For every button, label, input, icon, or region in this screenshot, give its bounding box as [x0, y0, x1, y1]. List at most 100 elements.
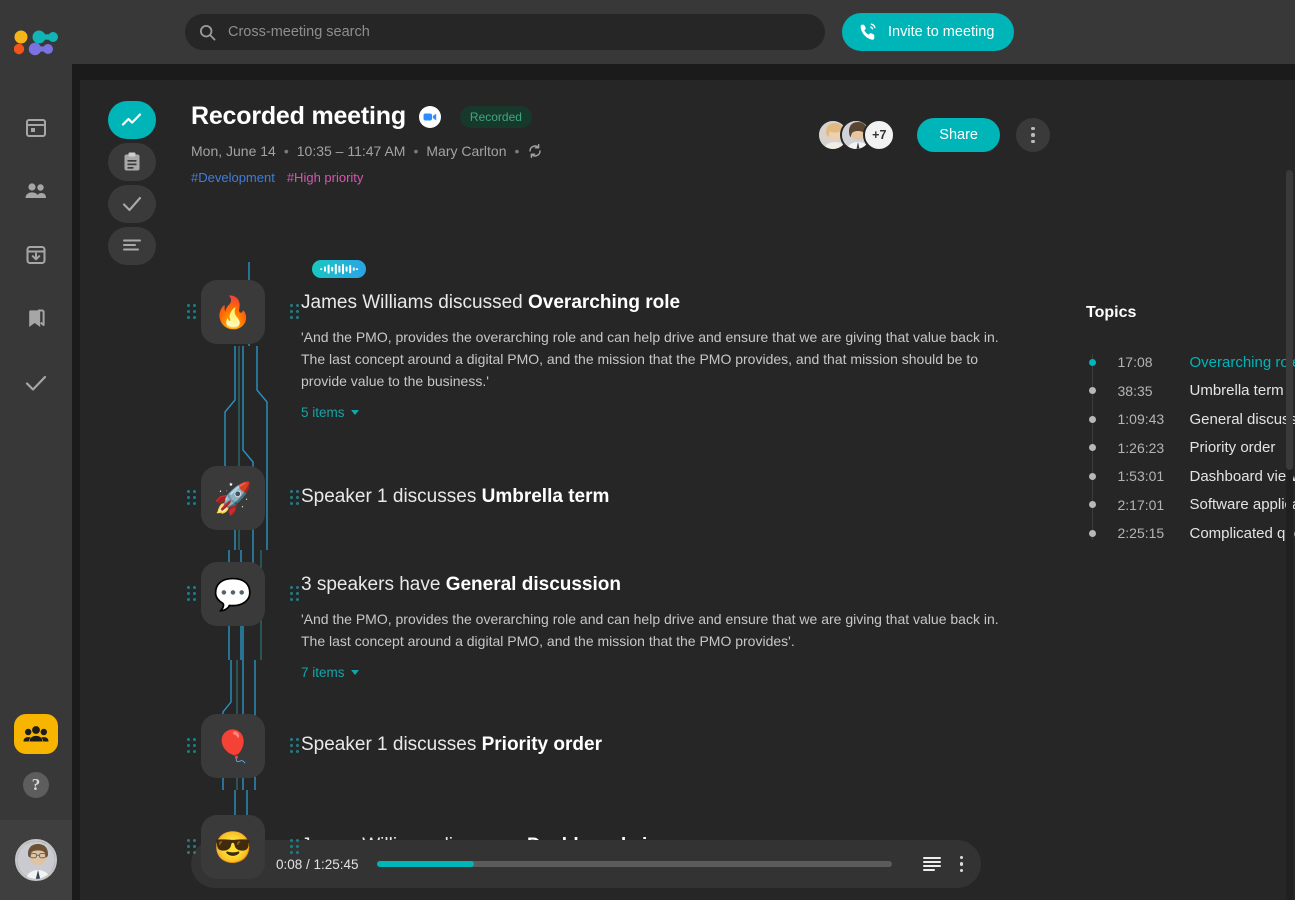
timeline-entry-title: James Williams discussed Overarching rol…: [301, 292, 1061, 314]
topic-item[interactable]: 17:08 Overarching role: [1086, 348, 1295, 377]
topic-item[interactable]: 2:17:01 Software applications: [1086, 491, 1295, 520]
timeline-entry-left: 💬: [187, 562, 299, 682]
timeline-entry[interactable]: 🚀 Speaker 1 discusses Umbrella term: [187, 466, 1061, 546]
invite-to-meeting-button[interactable]: Invite to meeting: [842, 13, 1015, 51]
more-vertical-icon[interactable]: [1016, 118, 1050, 152]
tag-high-priority[interactable]: #High priority: [287, 170, 364, 185]
check-icon: [25, 375, 47, 391]
player-time-display: 0:08 / 1:25:45: [276, 856, 359, 872]
app-logo[interactable]: [13, 30, 58, 56]
media-player: 0:08 / 1:25:45: [191, 840, 981, 888]
drag-handle[interactable]: [290, 839, 299, 854]
topic-item[interactable]: 1:53:01 Dashboard view: [1086, 462, 1295, 491]
topic-name: Software applications: [1189, 496, 1295, 514]
timeline-entry-body: 3 speakers have General discussion 'And …: [293, 562, 1061, 682]
meeting-detail-card: Recorded meeting Recorded Mon, June 14 •…: [80, 80, 1295, 900]
drag-handle[interactable]: [187, 490, 196, 505]
items-count-label: 7 items: [301, 665, 345, 680]
subtitles-icon: [922, 857, 941, 871]
share-button[interactable]: Share: [917, 118, 1000, 152]
sidebar-item-people[interactable]: [0, 169, 72, 213]
drag-handle[interactable]: [187, 586, 196, 601]
topic-item[interactable]: 1:26:23 Priority order: [1086, 434, 1295, 463]
drag-handle[interactable]: [187, 304, 196, 319]
drag-handle[interactable]: [290, 738, 299, 753]
timeline-entry-left: 🎈: [187, 714, 299, 794]
drag-handle[interactable]: [290, 304, 299, 319]
timeline-entry-topic: Overarching role: [528, 292, 681, 313]
topic-emoji-rocket: 🚀: [201, 466, 265, 530]
calendar-icon: [26, 119, 46, 137]
topic-dot: [1088, 472, 1096, 480]
sidebar-item-calendar[interactable]: [0, 105, 72, 149]
topic-item[interactable]: 2:25:15 Complicated question: [1086, 519, 1295, 548]
timeline-entry-speaker: James Williams discussed: [301, 292, 523, 313]
current-user-area: [0, 820, 72, 900]
drag-handle[interactable]: [290, 586, 299, 601]
transcript-button[interactable]: [922, 856, 942, 872]
cross-meeting-search[interactable]: [185, 14, 825, 50]
topic-name: Complicated question: [1189, 524, 1295, 542]
check-icon: [122, 196, 142, 212]
tab-actions[interactable]: [108, 185, 156, 223]
timeline-entry-title: Speaker 1 discusses Priority order: [301, 734, 1061, 756]
player-progress-fill: [376, 861, 475, 867]
topic-dot: [1088, 358, 1096, 366]
help-button[interactable]: ?: [23, 772, 49, 798]
topic-name: Priority order: [1189, 439, 1276, 457]
drag-handle[interactable]: [187, 738, 196, 753]
topic-timestamp: 1:26:23: [1117, 439, 1165, 456]
topic-dot: [1088, 501, 1096, 509]
meeting-date: Mon, June 14: [191, 143, 276, 159]
meeting-organizer: Mary Carlton: [426, 143, 507, 159]
avatar[interactable]: [15, 839, 57, 881]
tag-development[interactable]: #Development: [191, 170, 275, 185]
timeline-entry-title: Speaker 1 discusses Umbrella term: [301, 486, 1061, 508]
timeline-entry[interactable]: 🔥 James Williams discussed Overarching r…: [187, 280, 1061, 422]
topic-item[interactable]: 1:09:43 General discussion: [1086, 405, 1295, 434]
topic-dot: [1088, 387, 1096, 395]
timeline-entry-body: Speaker 1 discusses Priority order: [293, 714, 1061, 794]
topic-emoji-balloon: 🎈: [201, 714, 265, 778]
participants-overflow-count[interactable]: +7: [863, 119, 896, 151]
timeline-entry-topic: Umbrella term: [481, 486, 610, 507]
header-actions: +7 Share: [817, 118, 1050, 152]
sidebar-item-tasks[interactable]: [0, 361, 72, 405]
topic-timestamp: 17:08: [1117, 354, 1153, 371]
sidebar-item-inbox[interactable]: [0, 233, 72, 277]
timeline-entry[interactable]: 💬 3 speakers have General discussion 'An…: [187, 562, 1061, 682]
chevron-down-icon: [350, 410, 359, 415]
topic-item[interactable]: 38:35 Umbrella term: [1086, 377, 1295, 406]
player-more-menu[interactable]: [959, 855, 963, 873]
search-input[interactable]: [228, 24, 811, 40]
workspace-group-button[interactable]: [14, 714, 58, 754]
topics-list: 17:08 Overarching role 38:35 Umbrella te…: [1086, 348, 1295, 548]
topic-emoji-fire: 🔥: [201, 280, 265, 344]
timeline-entry-topic: Priority order: [481, 734, 602, 755]
timeline-entry-items-toggle[interactable]: 7 items: [301, 665, 359, 680]
timeline-entry-topic: General discussion: [445, 574, 621, 595]
items-count-label: 5 items: [301, 405, 345, 420]
drag-handle[interactable]: [290, 490, 299, 505]
phone-ring-icon: [860, 23, 876, 40]
meeting-tags: #Development #High priority: [191, 170, 1271, 185]
bookmarks-icon: [29, 309, 45, 327]
tab-notes[interactable]: [108, 143, 156, 181]
tab-insights[interactable]: [108, 101, 156, 139]
scrollbar-thumb[interactable]: [1286, 170, 1293, 470]
topic-name: General discussion: [1189, 410, 1295, 428]
people-icon: [25, 183, 46, 198]
timeline-entry-left: 🚀: [187, 466, 299, 546]
topic-dot: [1088, 444, 1096, 452]
topic-emoji-speech-balloon: 💬: [201, 562, 265, 626]
topic-timestamp: 2:25:15: [1117, 525, 1165, 542]
tab-transcript[interactable]: [108, 227, 156, 265]
drag-handle[interactable]: [187, 839, 196, 854]
player-progress-bar[interactable]: [376, 861, 892, 867]
timeline-entry[interactable]: 🎈 Speaker 1 discusses Priority order: [187, 714, 1061, 794]
topic-timestamp: 2:17:01: [1117, 496, 1165, 513]
timeline-entry-items-toggle[interactable]: 5 items: [301, 405, 359, 420]
topic-name: Overarching role: [1189, 353, 1295, 371]
topic-dot: [1088, 415, 1096, 423]
sidebar-item-bookmarks[interactable]: [0, 297, 72, 341]
